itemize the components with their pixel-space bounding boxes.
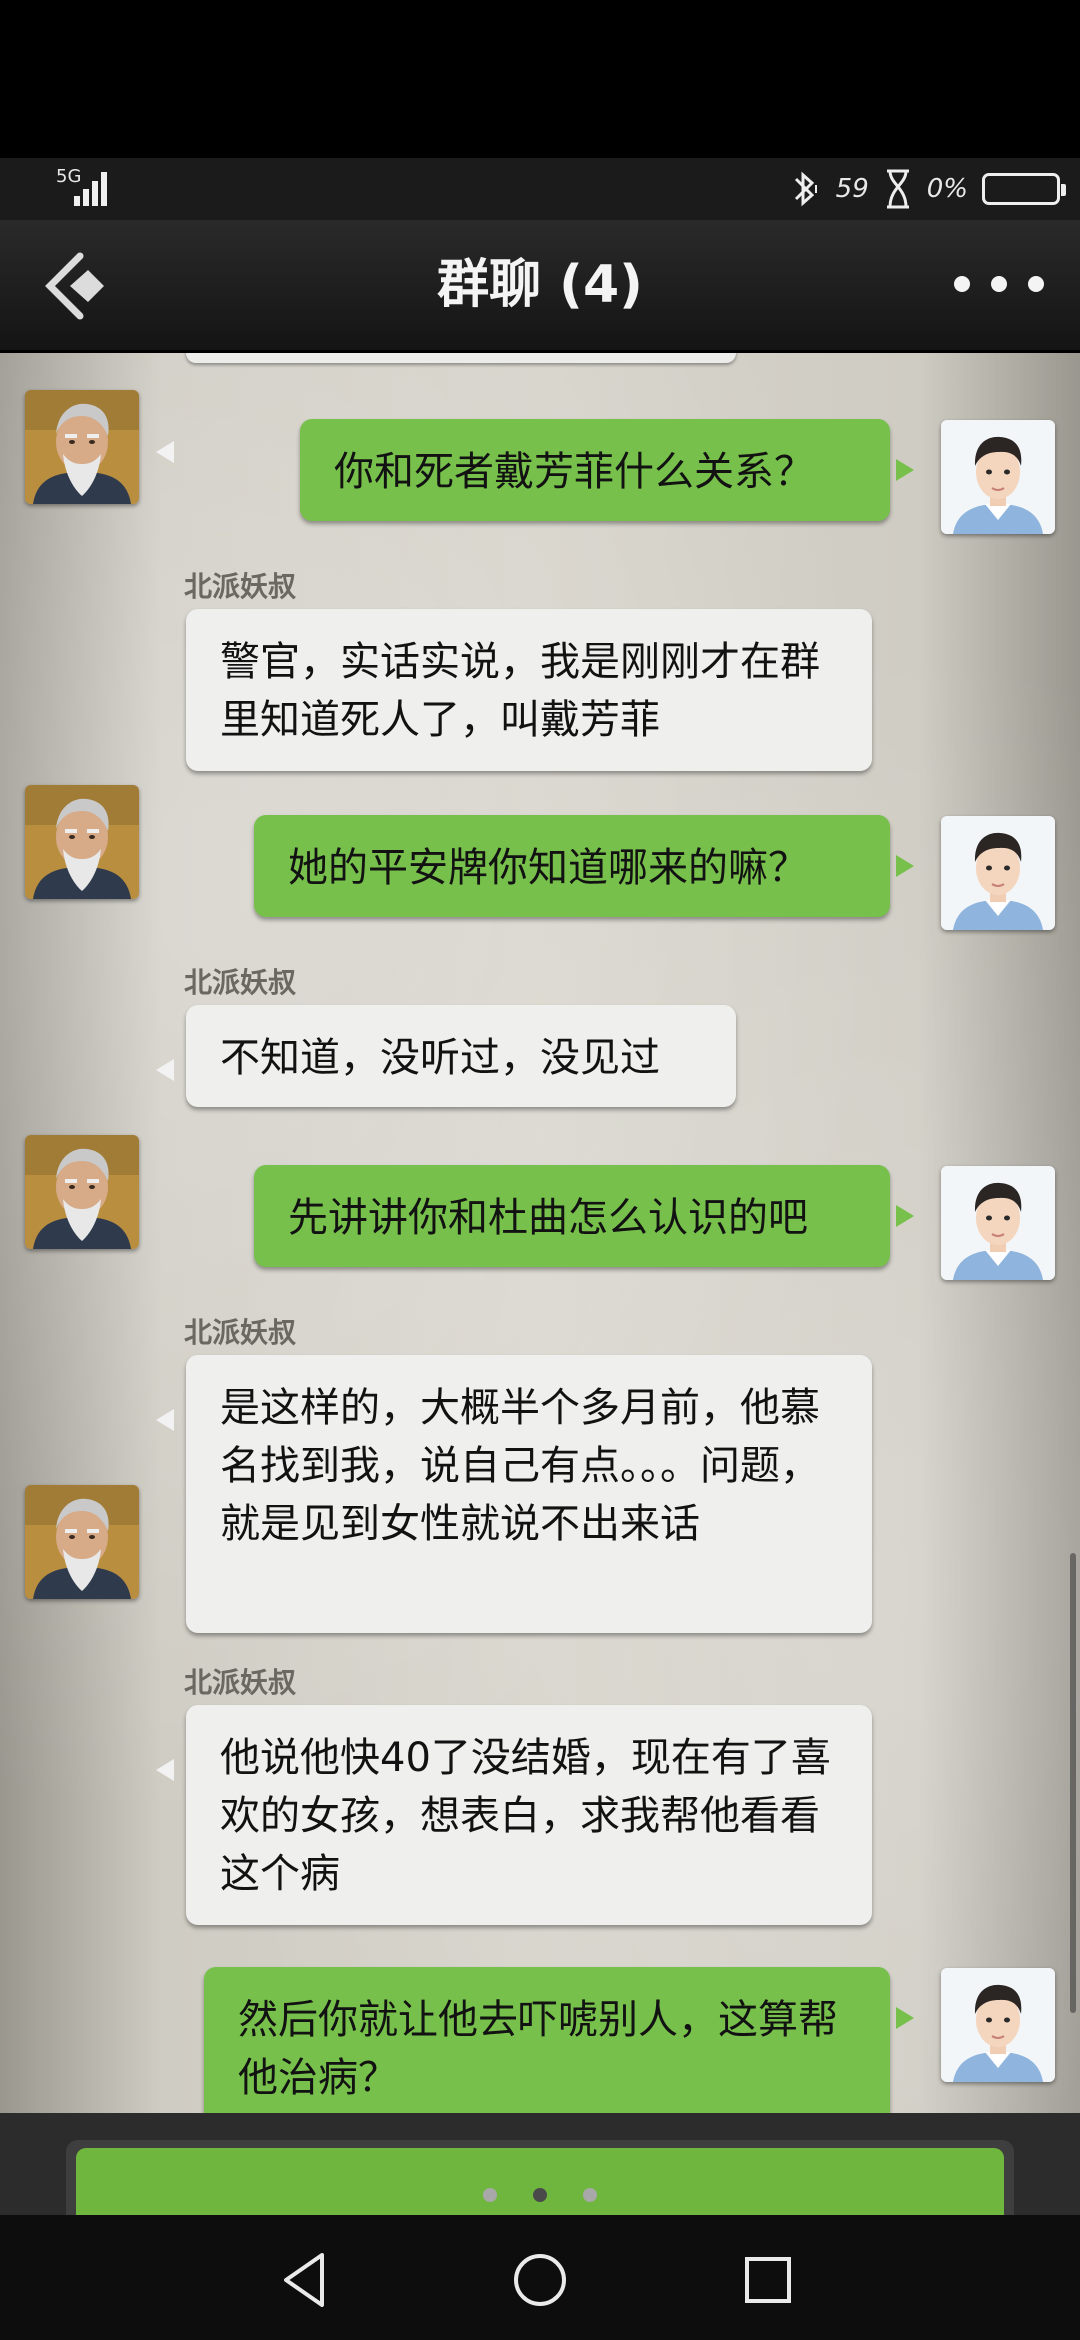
message-bubble-incoming[interactable]: 不知道，没听过，没见过 [186, 1005, 736, 1107]
circle-home-icon [514, 2254, 566, 2306]
page-dot [583, 2188, 597, 2202]
bluetooth-icon [794, 171, 817, 207]
message-text: 然后你就让他去吓唬别人，这算帮他治病？ [238, 1997, 838, 2101]
bubble-tail [156, 1759, 174, 1781]
page-dot-active [533, 2188, 547, 2202]
message-bubble-outgoing[interactable]: 你和死者戴芳菲什么关系？ [300, 419, 890, 521]
signal-icon [74, 170, 114, 206]
avatar-officer[interactable] [941, 1968, 1055, 2082]
message-bubble-outgoing[interactable]: 她的平安牌你知道哪来的嘛？ [254, 815, 890, 917]
dot-icon [1028, 276, 1044, 292]
avatar-officer[interactable] [941, 420, 1055, 534]
avatar-officer[interactable] [941, 1166, 1055, 1280]
bubble-tail [896, 459, 914, 481]
bubble-tail [156, 441, 174, 463]
page-dot [483, 2188, 497, 2202]
sender-name: 北派妖叔 [184, 1666, 297, 1699]
bubble-tail [156, 1059, 174, 1081]
dot-icon [954, 276, 970, 292]
system-nav-bar [0, 2215, 1080, 2340]
avatar-old-man[interactable] [25, 1135, 139, 1249]
message-bubble-incoming[interactable]: 警官，实话实说，我是刚刚才在群里知道死人了，叫戴芳菲 [186, 609, 872, 771]
message-bubble-incoming[interactable]: 是这样的，大概半个多月前，他慕名找到我，说自己有点。。。问题，就是见到女性就说不… [186, 1355, 872, 1633]
sender-name: 北派妖叔 [184, 966, 297, 999]
dot-icon [991, 276, 1007, 292]
bubble-tail [896, 855, 914, 877]
battery-percent: 0% [926, 174, 968, 204]
message-text: 他说他快40了没结婚，现在有了喜欢的女孩，想表白，求我帮他看看这个病 [220, 1735, 831, 1897]
hourglass-icon [886, 169, 909, 209]
bubble-tail [896, 2007, 914, 2029]
bubble-tail [156, 1409, 174, 1431]
message-text: 你和死者戴芳菲什么关系？ [334, 449, 814, 495]
nav-home-button[interactable] [505, 2245, 575, 2315]
square-recents-icon [745, 2257, 791, 2303]
avatar-old-man[interactable] [25, 785, 139, 899]
avatar-old-man[interactable] [25, 1485, 139, 1599]
status-bar: 5G 59 0% [0, 158, 1080, 220]
nav-recents-button[interactable] [733, 2245, 803, 2315]
chat-title: 群聊 (4) [437, 255, 643, 315]
bubble-tail [896, 1205, 914, 1227]
nav-back-button[interactable] [272, 2245, 342, 2315]
avatar-officer[interactable] [941, 816, 1055, 930]
message-bubble-incoming[interactable]: 他说他快40了没结婚，现在有了喜欢的女孩，想表白，求我帮他看看这个病 [186, 1705, 872, 1925]
previous-message-fragment [186, 353, 736, 363]
message-bubble-outgoing[interactable]: 然后你就让他去吓唬别人，这算帮他治病？ [204, 1967, 890, 2113]
chat-messages[interactable]: 你和死者戴芳菲什么关系？ 北派妖叔 警官，实话实说，我是刚刚才在群里知道死人了，… [0, 353, 1080, 2113]
sender-name: 北派妖叔 [184, 570, 297, 603]
avatar-old-man[interactable] [25, 390, 139, 504]
battery-icon [982, 173, 1066, 205]
more-options-button[interactable] [954, 264, 1044, 304]
phone-screen: 5G 59 0% 群聊 (4) 你和死者戴芳菲什么关系？ 北派妖叔 警官，实话实… [0, 0, 1080, 2340]
sender-name: 北派妖叔 [184, 1316, 297, 1349]
message-text: 她的平安牌你知道哪来的嘛？ [288, 845, 808, 891]
message-text: 警官，实话实说，我是刚刚才在群里知道死人了，叫戴芳菲 [220, 639, 820, 743]
chat-header: 群聊 (4) [0, 220, 1080, 353]
message-text: 是这样的，大概半个多月前，他慕名找到我，说自己有点。。。问题，就是见到女性就说不… [220, 1385, 820, 1547]
message-text: 不知道，没听过，没见过 [220, 1035, 660, 1081]
triangle-back-icon [284, 2253, 324, 2307]
signal-value: 59 [835, 174, 869, 204]
page-indicator [76, 2188, 1004, 2202]
status-right: 59 0% [788, 158, 1066, 220]
message-text: 先讲讲你和杜曲怎么认识的吧 [288, 1195, 808, 1241]
chat-scrollbar[interactable] [1070, 1553, 1076, 2013]
message-bubble-outgoing[interactable]: 先讲讲你和杜曲怎么认识的吧 [254, 1165, 890, 1267]
